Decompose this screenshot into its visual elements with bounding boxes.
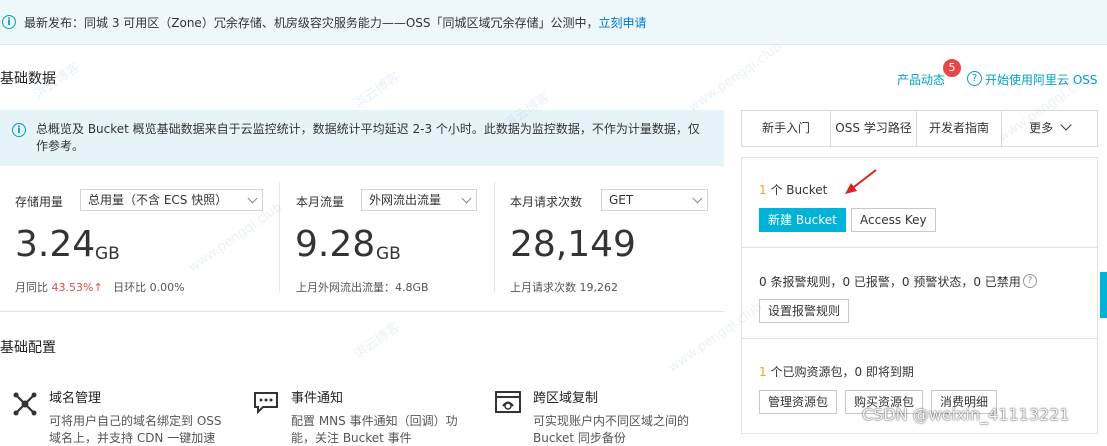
requests-label: 本月请求次数 xyxy=(510,195,583,209)
tab-more-label: 更多 xyxy=(1029,121,1054,135)
tab-developer-guide[interactable]: 开发者指南 xyxy=(917,111,1002,146)
quick-links-tabs: 新手入门 OSS 学习路径 开发者指南 更多 xyxy=(741,110,1098,147)
announcement-message: 最新发布：同城 3 可用区（Zone）冗余存储、机房级容灾服务能力——OSS「同… xyxy=(24,16,599,30)
manage-package-button[interactable]: 管理资源包 xyxy=(759,390,838,414)
bucket-count: 1 个 Bucket xyxy=(759,181,827,198)
traffic-type-select[interactable]: 外网流出流量 xyxy=(361,189,477,211)
chevron-down-icon xyxy=(692,193,703,204)
storage-type-select[interactable]: 总用量（不含 ECS 快照） xyxy=(80,189,263,211)
traffic-last-month: 上月外网流出流量：4.8GB xyxy=(296,281,429,294)
storage-select-value: 总用量（不含 ECS 快照） xyxy=(88,193,228,207)
requests-value: 28,149 xyxy=(510,224,636,265)
traffic-unit: GB xyxy=(376,244,401,264)
product-news-link[interactable]: 产品动态 xyxy=(897,71,945,88)
notice-info-icon: i xyxy=(12,123,26,137)
resource-summary-text: 个已购资源包，0 即将到期 xyxy=(766,365,914,379)
yoy-value: 43.53% xyxy=(51,281,94,294)
basic-config-title: 基础配置 xyxy=(0,340,56,356)
info-icon: i xyxy=(2,15,16,29)
tab-learning-path[interactable]: OSS 学习路径 xyxy=(831,111,917,146)
divider xyxy=(0,311,724,312)
side-feedback-tab[interactable] xyxy=(1100,272,1107,318)
news-count-badge: 5 xyxy=(943,59,961,77)
domain-icon xyxy=(12,391,38,417)
mom-value: 0.00% xyxy=(149,281,185,294)
notice-text: 总概览及 Bucket 概览基础数据来自于云监控统计，数据统计平均延迟 2-3 … xyxy=(36,122,700,153)
yoy-label: 月同比 xyxy=(15,281,48,294)
announcement-text: 最新发布：同城 3 可用区（Zone）冗余存储、机房级容灾服务能力——OSS「同… xyxy=(24,14,647,31)
cross-region-icon xyxy=(494,389,522,415)
traffic-label: 本月流量 xyxy=(296,195,345,209)
help-icon: ? xyxy=(967,71,982,86)
basic-data-title: 基础数据 xyxy=(0,71,56,87)
feature-desc-domain-line1: 可将用户自己的域名绑定到 OSS xyxy=(49,414,222,428)
create-bucket-button[interactable]: 新建 Bucket xyxy=(759,208,846,232)
resource-summary: 1 个已购资源包，0 即将到期 xyxy=(759,363,914,380)
bucket-panel xyxy=(741,157,1098,248)
storage-compare: 月同比 43.53%↑ 日环比 0.00% xyxy=(15,279,185,295)
traffic-value: 9.28 xyxy=(295,224,376,265)
request-type-select[interactable]: GET xyxy=(601,189,708,211)
feature-desc-event-line1: 配置 MNS 事件通知（回调）功 xyxy=(291,414,458,428)
feature-desc-replication-line1: 可实现账户内不同区域之间的 xyxy=(533,414,690,428)
divider xyxy=(279,182,280,292)
watermark: 淇云博客 xyxy=(351,70,403,113)
access-key-button[interactable]: Access Key xyxy=(851,208,936,232)
chevron-down-icon xyxy=(247,193,258,204)
watermark: 淇云博客 xyxy=(351,320,403,363)
alarm-panel xyxy=(741,247,1098,339)
watermark: www.pengqi.club xyxy=(685,39,786,116)
resource-count: 1 xyxy=(759,365,767,379)
divider xyxy=(494,182,495,292)
storage-unit: GB xyxy=(95,244,120,264)
feature-title-replication[interactable]: 跨区域复制 xyxy=(533,387,598,406)
csdn-watermark: CSDN @weixin_41113221 xyxy=(862,405,1070,424)
mom-label: 日环比 xyxy=(113,281,147,294)
start-using-oss-link[interactable]: 开始使用阿里云 OSS xyxy=(985,71,1098,88)
help-icon[interactable]: ? xyxy=(1023,274,1037,288)
bucket-count-label: 个 Bucket xyxy=(766,183,828,197)
message-icon xyxy=(253,391,279,415)
feature-desc-event-line2: 能，关注 Bucket 事件 xyxy=(291,431,412,445)
feature-title-domain[interactable]: 域名管理 xyxy=(49,387,101,406)
arrow-pointer-icon xyxy=(842,167,882,197)
requests-last-month: 上月请求次数 19,262 xyxy=(510,281,618,294)
alarm-summary: 0 条报警规则，0 已报警，0 预警状态，0 已禁用 xyxy=(759,275,1021,289)
chevron-down-icon xyxy=(461,193,472,204)
apply-now-link[interactable]: 立刻申请 xyxy=(599,16,647,30)
bucket-count-number: 1 xyxy=(759,183,767,197)
tab-more[interactable]: 更多 xyxy=(1002,111,1097,146)
up-arrow-icon: ↑ xyxy=(93,281,103,294)
traffic-select-value: 外网流出流量 xyxy=(369,193,442,207)
tab-getting-started[interactable]: 新手入门 xyxy=(742,111,831,146)
set-alarm-rules-button[interactable]: 设置报警规则 xyxy=(759,299,850,323)
feature-desc-replication-line2: Bucket 同步备份 xyxy=(533,431,626,445)
feature-desc-domain-line2: 域名上，并支持 CDN 一键加速 xyxy=(49,431,216,445)
storage-value: 3.24 xyxy=(15,224,96,265)
storage-label: 存储用量 xyxy=(15,195,64,209)
feature-title-event[interactable]: 事件通知 xyxy=(291,387,343,406)
request-select-value: GET xyxy=(609,193,634,207)
chevron-down-icon xyxy=(1060,119,1072,131)
